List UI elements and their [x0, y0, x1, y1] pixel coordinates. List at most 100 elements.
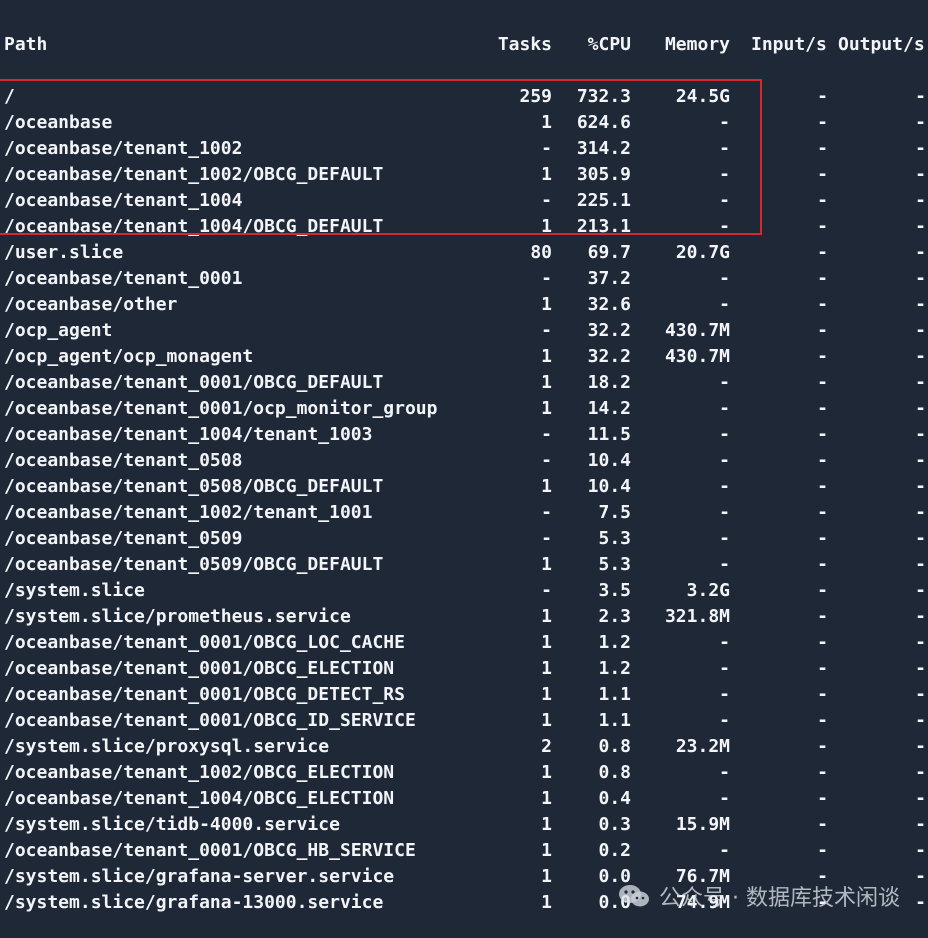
cell-output: - — [915, 632, 926, 653]
cell-cpu: 10.4 — [587, 476, 631, 497]
cell-output: - — [915, 580, 926, 601]
cell-input: - — [817, 554, 828, 575]
cell-path: /oceanbase/tenant_0001/ocp_monitor_group — [4, 398, 438, 419]
cell-memory: 430.7M — [664, 346, 730, 367]
cell-tasks: 1 — [541, 398, 552, 419]
table-header: Path Tasks %CPU Memory Input/s Output/s — [0, 32, 928, 58]
cell-output: - — [915, 554, 926, 575]
cell-output: - — [915, 86, 926, 107]
cell-output: - — [915, 736, 926, 757]
cell-tasks: 1 — [541, 840, 552, 861]
cell-input: - — [817, 112, 828, 133]
wechat-icon — [617, 882, 651, 910]
cell-cpu: 624.6 — [576, 112, 631, 133]
cell-memory: - — [719, 268, 730, 289]
cell-cpu: 5.3 — [598, 554, 631, 575]
cell-tasks: 1 — [541, 658, 552, 679]
cell-tasks: 1 — [541, 294, 552, 315]
cell-cpu: 225.1 — [576, 190, 631, 211]
cell-memory: - — [719, 112, 730, 133]
cell-path: /system.slice/prometheus.service — [4, 606, 351, 627]
table-row: /oceanbase/tenant_1004/OBCG_ELECTION 1 0.4… — [0, 786, 928, 812]
table-row: /oceanbase/tenant_1004/tenant_1003 - 11.5 -… — [0, 422, 928, 448]
cell-cpu: 3.5 — [598, 580, 631, 601]
cell-path: /system.slice — [4, 580, 145, 601]
cell-tasks: 2 — [541, 736, 552, 757]
cell-path: /oceanbase/tenant_0508 — [4, 450, 243, 471]
cell-tasks: - — [541, 502, 552, 523]
cell-output: - — [915, 424, 926, 445]
cell-output: - — [915, 788, 926, 809]
table-row: /oceanbase/tenant_1002/OBCG_ELECTION 1 0.8… — [0, 760, 928, 786]
cell-memory: - — [719, 762, 730, 783]
table-row: /oceanbase 1 624.6 - - - — [0, 110, 928, 136]
cell-output: - — [915, 346, 926, 367]
cell-path: /oceanbase/tenant_0001/OBCG_DETECT_RS — [4, 684, 405, 705]
cell-cpu: 7.5 — [598, 502, 631, 523]
cell-input: - — [817, 762, 828, 783]
cell-memory: - — [719, 216, 730, 237]
cell-memory: - — [719, 398, 730, 419]
cell-cpu: 5.3 — [598, 528, 631, 549]
terminal-window: Path Tasks %CPU Memory Input/s Output/s … — [0, 0, 928, 938]
cell-memory: 3.2G — [686, 580, 730, 601]
cell-tasks: 1 — [541, 788, 552, 809]
watermark: 公众号 · 数据库技术闲谈 — [617, 876, 900, 916]
cell-tasks: 1 — [541, 112, 552, 133]
table-row: /oceanbase/tenant_0508 - 10.4 - - - — [0, 448, 928, 474]
cell-input: - — [817, 242, 828, 263]
cell-memory: - — [719, 424, 730, 445]
cell-memory: 23.2M — [675, 736, 730, 757]
cell-output: - — [915, 138, 926, 159]
table-row: /ocp_agent/ocp_monagent 1 32.2 430.7M - - — [0, 344, 928, 370]
cell-cpu: 10.4 — [587, 450, 631, 471]
cell-output: - — [915, 242, 926, 263]
cell-memory: - — [719, 372, 730, 393]
cell-cpu: 32.2 — [587, 320, 631, 341]
cell-path: /oceanbase — [4, 112, 113, 133]
cell-output: - — [915, 658, 926, 679]
cell-memory: 430.7M — [664, 320, 730, 341]
cell-output: - — [915, 294, 926, 315]
cell-tasks: 1 — [541, 164, 552, 185]
column-header-input: Input/s — [751, 34, 827, 55]
cell-input: - — [817, 528, 828, 549]
cell-output: - — [915, 476, 926, 497]
cell-path: /oceanbase/tenant_0001/OBCG_LOC_CACHE — [4, 632, 405, 653]
cell-output: - — [915, 372, 926, 393]
cell-memory: - — [719, 528, 730, 549]
cell-tasks: - — [541, 320, 552, 341]
cell-memory: 15.9M — [675, 814, 730, 835]
cell-memory: - — [719, 840, 730, 861]
cell-cpu: 1.1 — [598, 710, 631, 731]
cell-memory: - — [719, 788, 730, 809]
cell-cpu: 732.3 — [576, 86, 631, 107]
cell-tasks: 1 — [541, 632, 552, 653]
cell-path: /oceanbase/tenant_1004/OBCG_ELECTION — [4, 788, 395, 809]
cell-memory: 321.8M — [664, 606, 730, 627]
cell-cpu: 1.1 — [598, 684, 631, 705]
table-row: /ocp_agent - 32.2 430.7M - - — [0, 318, 928, 344]
cell-cpu: 37.2 — [587, 268, 631, 289]
table-row: /oceanbase/tenant_1004 - 225.1 - - - — [0, 188, 928, 214]
cell-input: - — [817, 502, 828, 523]
cell-input: - — [817, 658, 828, 679]
table-row: /oceanbase/tenant_1002 - 314.2 - - - — [0, 136, 928, 162]
cell-output: - — [915, 606, 926, 627]
cell-memory: - — [719, 684, 730, 705]
cell-output: - — [915, 320, 926, 341]
cell-output: - — [915, 528, 926, 549]
cell-path: /system.slice/proxysql.service — [4, 736, 330, 757]
cell-tasks: 1 — [541, 762, 552, 783]
cell-output: - — [915, 164, 926, 185]
table-row: /system.slice/prometheus.service 1 2.3 321.… — [0, 604, 928, 630]
cell-tasks: - — [541, 580, 552, 601]
table-row: /oceanbase/tenant_0509 - 5.3 - - - — [0, 526, 928, 552]
cell-tasks: 1 — [541, 710, 552, 731]
cell-path: /oceanbase/tenant_0001/OBCG_ELECTION — [4, 658, 395, 679]
cell-tasks: 1 — [541, 684, 552, 705]
cell-input: - — [817, 190, 828, 211]
cell-cpu: 32.2 — [587, 346, 631, 367]
table-row: /oceanbase/tenant_0001/OBCG_ELECTION 1 1.2… — [0, 656, 928, 682]
table-row: /oceanbase/tenant_0001/OBCG_DETECT_RS 1 1.… — [0, 682, 928, 708]
